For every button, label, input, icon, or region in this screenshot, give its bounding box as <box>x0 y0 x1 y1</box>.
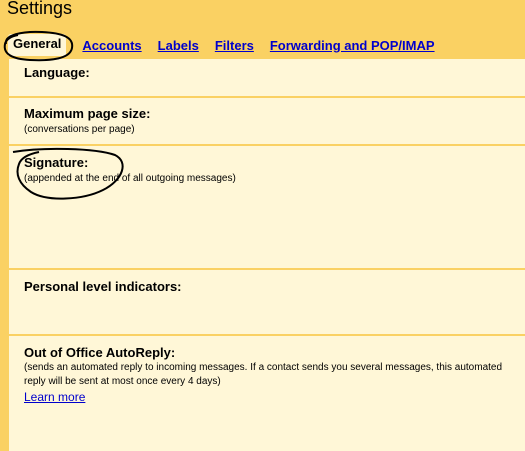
autoreply-description-line2: reply will be sent at most once every 4 … <box>24 376 221 387</box>
settings-tabs: General Accounts Labels Filters Forwardi… <box>0 33 451 57</box>
language-label: Language: <box>24 65 90 80</box>
settings-panel: Language: Maximum page size: (conversati… <box>9 59 525 451</box>
page-size-label: Maximum page size: <box>24 106 151 121</box>
tab-accounts[interactable]: Accounts <box>82 38 141 53</box>
tab-forwarding-pop-imap[interactable]: Forwarding and POP/IMAP <box>270 38 435 53</box>
autoreply-label: Out of Office AutoReply: <box>24 345 176 360</box>
tab-filters[interactable]: Filters <box>215 38 254 53</box>
setting-row-page-size: Maximum page size: (conversations per pa… <box>9 98 525 146</box>
tab-general[interactable]: General <box>8 34 67 56</box>
learn-more-link[interactable]: Learn more <box>24 390 85 404</box>
autoreply-description-line1: (sends an automated reply to incoming me… <box>24 362 503 373</box>
level-indicators-label: Personal level indicators: <box>24 279 182 294</box>
setting-row-autoreply: Out of Office AutoReply: (sends an autom… <box>9 336 525 451</box>
setting-row-language: Language: <box>9 59 525 98</box>
page-size-description: (conversations per page) <box>24 124 135 135</box>
setting-row-signature: Signature: (appended at the end of all o… <box>9 146 525 270</box>
signature-description: (appended at the end of all outgoing mes… <box>24 173 236 184</box>
tab-labels[interactable]: Labels <box>158 38 199 53</box>
setting-row-level-indicators: Personal level indicators: <box>9 270 525 336</box>
page-title: Settings <box>7 0 73 18</box>
signature-label: Signature: <box>24 155 89 170</box>
